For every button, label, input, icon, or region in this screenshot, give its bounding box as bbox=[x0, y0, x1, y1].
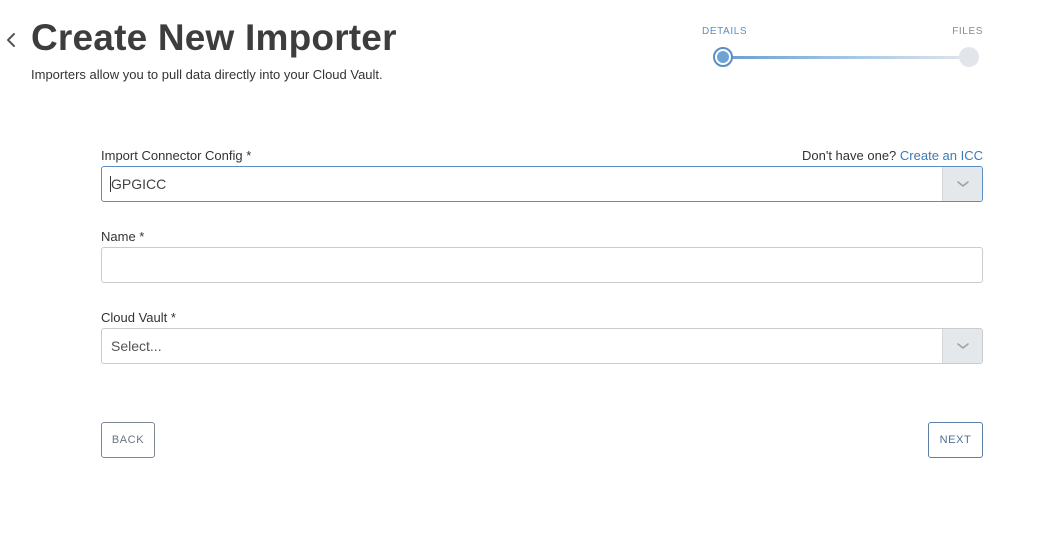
chevron-down-icon[interactable] bbox=[942, 329, 982, 363]
step-dot-details-fill bbox=[717, 51, 729, 63]
chevron-left-icon[interactable] bbox=[4, 30, 18, 50]
name-label: Name * bbox=[101, 229, 145, 244]
chevron-down-icon[interactable] bbox=[942, 167, 982, 201]
back-button[interactable]: BACK bbox=[101, 422, 155, 458]
step-label-details: DETAILS bbox=[702, 26, 748, 37]
icc-help-text: Don't have one? bbox=[802, 148, 897, 163]
icc-help: Don't have one? Create an ICC bbox=[802, 148, 983, 164]
icc-label: Import Connector Config * bbox=[101, 148, 252, 163]
icc-select[interactable]: GPGICC bbox=[101, 166, 983, 202]
step-dot-details[interactable] bbox=[713, 47, 733, 67]
cloud-vault-placeholder: Select... bbox=[111, 338, 162, 354]
create-icc-link[interactable]: Create an ICC bbox=[900, 148, 983, 163]
page-subtitle: Importers allow you to pull data directl… bbox=[31, 67, 383, 82]
cloud-vault-select[interactable]: Select... bbox=[101, 328, 983, 364]
step-dot-files[interactable] bbox=[959, 47, 979, 67]
progress-stepper: DETAILS FILES bbox=[700, 24, 985, 72]
step-label-files: FILES bbox=[952, 26, 983, 37]
name-field-wrapper bbox=[101, 247, 983, 283]
next-button[interactable]: NEXT bbox=[928, 422, 983, 458]
icc-select-value: GPGICC bbox=[111, 176, 167, 192]
create-importer-page: Create New Importer Importers allow you … bbox=[0, 0, 1041, 541]
cloud-vault-label: Cloud Vault * bbox=[101, 310, 176, 325]
stepper-track bbox=[724, 56, 970, 59]
page-title: Create New Importer bbox=[31, 17, 397, 58]
name-input[interactable] bbox=[102, 248, 982, 282]
